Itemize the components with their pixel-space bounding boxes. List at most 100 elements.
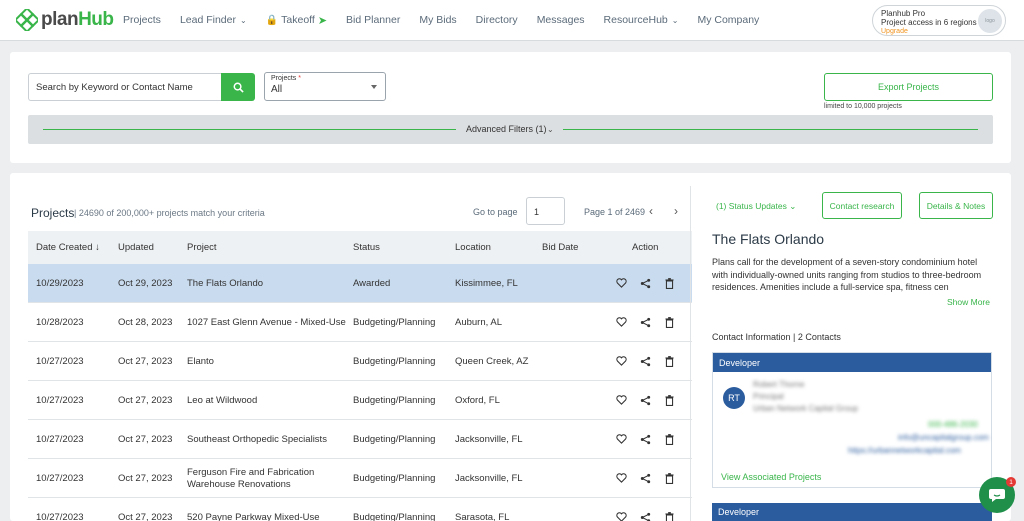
col-project[interactable]: Project bbox=[187, 242, 217, 253]
table-row[interactable]: 10/27/2023 Oct 27, 2023 520 Payne Parkway … bbox=[28, 498, 692, 521]
nav-lead-finder[interactable]: Lead Finder ⌄ bbox=[180, 14, 247, 26]
cell-project[interactable]: 1027 East Glenn Avenue - Mixed-Use bbox=[187, 317, 346, 328]
cell-project[interactable]: The Flats Orlando bbox=[187, 278, 263, 289]
cell-date-created: 10/28/2023 bbox=[36, 317, 84, 328]
delete-trash-icon[interactable] bbox=[663, 394, 675, 406]
col-action: Action bbox=[632, 242, 659, 253]
cell-project[interactable]: Ferguson Fire and Fabrication Warehouse R… bbox=[187, 467, 314, 491]
search-button[interactable] bbox=[221, 73, 255, 101]
nav-takeoff[interactable]: 🔒 Takeoff ➤ bbox=[266, 14, 327, 27]
contact-company: Urban Network Capital Group bbox=[753, 404, 858, 413]
table-row[interactable]: 10/27/2023 Oct 27, 2023 Ferguson Fire and … bbox=[28, 459, 692, 498]
cell-date-created: 10/27/2023 bbox=[36, 512, 84, 521]
share-icon[interactable] bbox=[639, 394, 651, 406]
export-projects-button[interactable]: Export Projects bbox=[824, 73, 993, 101]
cell-location: Queen Creek, AZ bbox=[455, 356, 529, 367]
projects-filter-select[interactable]: Projects * All bbox=[264, 72, 386, 101]
export-limit-note: limited to 10,000 projects bbox=[824, 103, 902, 110]
delete-trash-icon[interactable] bbox=[663, 316, 675, 328]
cell-location: Auburn, AL bbox=[455, 317, 503, 328]
share-icon[interactable] bbox=[639, 316, 651, 328]
table-row[interactable]: 10/27/2023 Oct 27, 2023 Elanto Budgeting/Pl… bbox=[28, 342, 692, 381]
contact-research-button[interactable]: Contact research bbox=[822, 192, 902, 219]
favorite-heart-icon[interactable] bbox=[615, 277, 627, 289]
cell-date-created: 10/29/2023 bbox=[36, 278, 84, 289]
advanced-filters-toggle[interactable]: Advanced Filters (1) ⌄ bbox=[28, 115, 993, 144]
planhub-logo-icon bbox=[13, 6, 41, 34]
favorite-heart-icon[interactable] bbox=[615, 433, 627, 445]
planhub-logo[interactable]: planHub bbox=[13, 6, 116, 34]
col-date-created[interactable]: Date Created ↓ bbox=[36, 242, 100, 253]
chevron-down-icon: ⌄ bbox=[239, 15, 247, 25]
favorite-heart-icon[interactable] bbox=[615, 394, 627, 406]
nav-directory[interactable]: Directory bbox=[476, 14, 518, 26]
table-row[interactable]: 10/27/2023 Oct 27, 2023 Leo at Wildwood Bud… bbox=[28, 381, 692, 420]
share-icon[interactable] bbox=[639, 355, 651, 367]
cell-status: Awarded bbox=[353, 278, 391, 289]
nav-resourcehub[interactable]: ResourceHub ⌄ bbox=[604, 14, 679, 26]
contact-email[interactable]: info@uncapitalgroup.com bbox=[898, 433, 989, 442]
share-icon[interactable] bbox=[639, 277, 651, 289]
project-name: Southeast Orthopedic Specialists bbox=[187, 434, 327, 445]
contact-phone[interactable]: 000-486-2030 bbox=[928, 420, 978, 429]
prev-page-icon[interactable]: ‹ bbox=[649, 204, 653, 218]
share-icon[interactable] bbox=[639, 472, 651, 484]
divider bbox=[690, 186, 691, 521]
cell-project[interactable]: Southeast Orthopedic Specialists bbox=[187, 434, 327, 445]
nav-my-company[interactable]: My Company bbox=[697, 14, 759, 26]
cell-location: Jacksonville, FL bbox=[455, 473, 523, 484]
goto-page-input[interactable]: 1 bbox=[526, 197, 565, 225]
favorite-heart-icon[interactable] bbox=[615, 511, 627, 521]
nav-my-bids[interactable]: My Bids bbox=[419, 14, 456, 26]
chevron-down-icon: ⌄ bbox=[547, 125, 554, 134]
sort-down-arrow-icon: ↓ bbox=[95, 242, 100, 253]
nav-projects[interactable]: Projects bbox=[123, 14, 161, 26]
avatar[interactable]: logo bbox=[978, 9, 1002, 33]
chevron-down-icon: ⌄ bbox=[789, 201, 797, 211]
view-associated-projects-link[interactable]: View Associated Projects bbox=[721, 472, 821, 482]
contact-title: Principal bbox=[753, 392, 784, 401]
show-more-link[interactable]: Show More bbox=[947, 297, 990, 307]
cell-project[interactable]: 520 Payne Parkway Mixed-Use bbox=[187, 512, 320, 521]
table-row[interactable]: 10/27/2023 Oct 27, 2023 Southeast Orthoped… bbox=[28, 420, 692, 459]
projects-panel: Projects | 24690 of 200,000+ projects ma… bbox=[10, 173, 1011, 521]
col-updated[interactable]: Updated bbox=[118, 242, 154, 253]
favorite-heart-icon[interactable] bbox=[615, 472, 627, 484]
delete-trash-icon[interactable] bbox=[663, 433, 675, 445]
favorite-heart-icon[interactable] bbox=[615, 355, 627, 367]
divider bbox=[563, 129, 978, 130]
cell-status: Budgeting/Planning bbox=[353, 434, 436, 445]
nav-messages[interactable]: Messages bbox=[537, 14, 585, 26]
table-row[interactable]: 10/29/2023 Oct 29, 2023 The Flats Orlando A… bbox=[28, 264, 692, 303]
cell-location: Sarasota, FL bbox=[455, 512, 510, 521]
delete-trash-icon[interactable] bbox=[663, 511, 675, 521]
detail-description: Plans call for the development of a seve… bbox=[712, 257, 982, 292]
col-bid-date[interactable]: Bid Date bbox=[542, 242, 578, 253]
col-location[interactable]: Location bbox=[455, 242, 491, 253]
cell-project[interactable]: Elanto bbox=[187, 356, 214, 367]
status-updates-toggle[interactable]: (1) Status Updates ⌄ bbox=[716, 201, 796, 212]
projects-title: Projects bbox=[31, 206, 75, 220]
caret-down-icon bbox=[371, 85, 377, 89]
col-status[interactable]: Status bbox=[353, 242, 380, 253]
details-notes-button[interactable]: Details & Notes bbox=[919, 192, 993, 219]
cell-date-created: 10/27/2023 bbox=[36, 395, 84, 406]
table-row[interactable]: 10/28/2023 Oct 28, 2023 1027 East Glenn Av… bbox=[28, 303, 692, 342]
cell-date-created: 10/27/2023 bbox=[36, 356, 84, 367]
share-icon[interactable] bbox=[639, 433, 651, 445]
delete-trash-icon[interactable] bbox=[663, 472, 675, 484]
cell-updated: Oct 27, 2023 bbox=[118, 473, 173, 484]
account-pro-box[interactable]: Planhub Pro Project access in 6 regions … bbox=[872, 5, 1006, 36]
cell-project[interactable]: Leo at Wildwood bbox=[187, 395, 257, 406]
contact-website[interactable]: https://urbannetworkcapital.com bbox=[848, 446, 961, 455]
project-name: Leo at Wildwood bbox=[187, 395, 258, 406]
delete-trash-icon[interactable] bbox=[663, 277, 675, 289]
delete-trash-icon[interactable] bbox=[663, 355, 675, 367]
search-input[interactable]: Search by Keyword or Contact Name bbox=[28, 73, 222, 101]
favorite-heart-icon[interactable] bbox=[615, 316, 627, 328]
nav-bid-planner[interactable]: Bid Planner bbox=[346, 14, 400, 26]
next-page-icon[interactable]: › bbox=[674, 204, 678, 218]
share-icon[interactable] bbox=[639, 511, 651, 521]
cell-status: Budgeting/Planning bbox=[353, 473, 436, 484]
project-name: The Flats Orlando bbox=[187, 278, 264, 289]
